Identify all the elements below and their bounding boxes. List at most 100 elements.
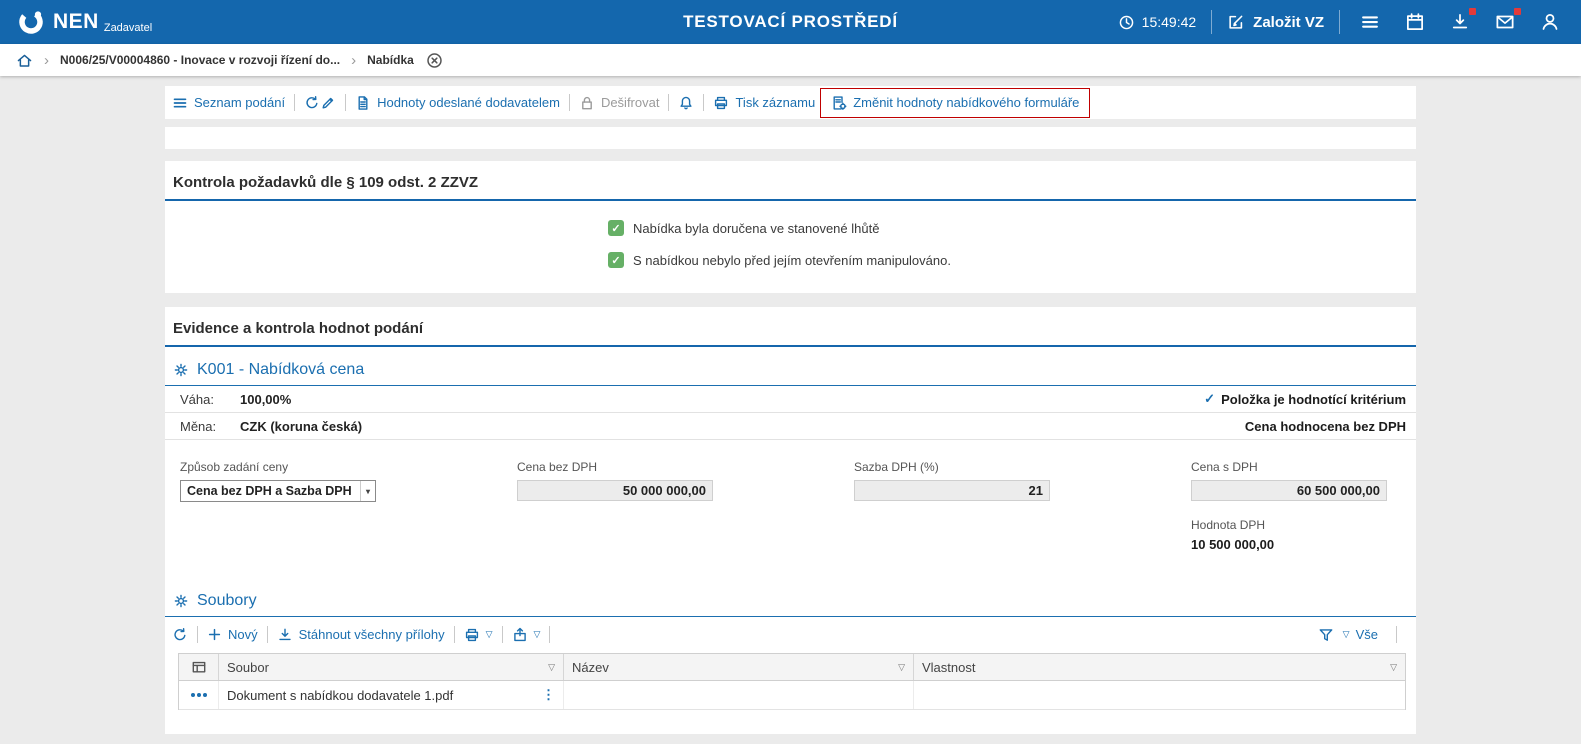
home-button[interactable]	[16, 52, 33, 69]
desifrovat-button[interactable]: Dešifrovat	[579, 95, 660, 111]
header-cell-soubor[interactable]: Soubor ▽	[219, 654, 564, 680]
table-row[interactable]: Dokument s nabídkou dodavatele 1.pdf ⋮	[179, 681, 1405, 710]
user-profile-button[interactable]	[1535, 12, 1565, 32]
column-filter-icon[interactable]: ▽	[898, 662, 905, 673]
clock-icon	[1118, 14, 1135, 31]
row-actions-button[interactable]	[191, 693, 207, 697]
printer-icon	[713, 95, 729, 111]
cena-s-dph-label: Cena s DPH	[1191, 460, 1387, 474]
price-form: Způsob zadání ceny Cena bez DPH a Sazba …	[165, 440, 1416, 502]
lock-icon	[579, 95, 595, 111]
plus-icon	[207, 627, 222, 642]
messages-button[interactable]	[1490, 12, 1520, 32]
empty-panel-strip	[165, 127, 1416, 149]
form-edit-icon	[831, 95, 847, 111]
toolbar-divider	[267, 626, 268, 643]
export-files-menu-button[interactable]: ▽	[512, 627, 541, 643]
pencil-icon	[320, 95, 336, 111]
hodnota-dph-value: 10 500 000,00	[1191, 537, 1387, 552]
price-entry-mode-select[interactable]: Cena bez DPH a Sazba DPH ▾	[180, 480, 376, 502]
table-grid-icon	[191, 659, 207, 675]
chevron-down-icon: ▾	[360, 481, 375, 501]
refresh-icon	[304, 95, 320, 111]
hodnoty-odeslane-button[interactable]: Hodnoty odeslané dodavatelem	[355, 95, 560, 111]
cena-bez-dph-label: Cena bez DPH	[517, 460, 713, 474]
zmenit-hodnoty-button[interactable]: Změnit hodnoty nabídkového formuláře	[820, 88, 1090, 118]
filter-button[interactable]	[1318, 627, 1334, 643]
notifications-button[interactable]	[678, 95, 694, 111]
mail-icon	[1495, 12, 1515, 32]
main-menu-button[interactable]	[1355, 12, 1385, 32]
check-icon: ✓	[1204, 391, 1215, 407]
tisk-zaznamu-button[interactable]: Tisk záznamu	[713, 95, 815, 111]
check-row-manipulace: ✓ S nabídkou nebylo před jejím otevřením…	[608, 252, 1416, 268]
sazba-dph-input[interactable]	[854, 480, 1050, 501]
topbar-divider	[1339, 10, 1340, 34]
view-all-filter-button[interactable]: ▽ Vše	[1343, 627, 1378, 642]
cena-bez-dph-input[interactable]	[517, 480, 713, 501]
downloads-notification-badge	[1469, 8, 1476, 15]
check-row-doruceni: ✓ Nabídka byla doručena ve stanovené lhů…	[608, 220, 1416, 236]
dropdown-triangle-icon: ▽	[486, 630, 493, 639]
header-cell-nazev[interactable]: Název ▽	[564, 654, 914, 680]
green-checkbox-icon: ✓	[608, 252, 624, 268]
export-icon	[512, 627, 528, 643]
nen-logo[interactable]: NEN Zadavatel	[16, 7, 152, 37]
edit-square-icon	[1227, 13, 1245, 31]
create-vz-button[interactable]: Založit VZ	[1227, 13, 1324, 31]
kontrola-checklist: ✓ Nabídka byla doručena ve stanovené lhů…	[165, 201, 1416, 293]
cena-s-dph-input[interactable]	[1191, 480, 1387, 501]
clock-display: 15:49:42	[1118, 14, 1197, 31]
cell-menu-icon[interactable]: ⋮	[542, 687, 555, 703]
breadcrumb-item-nabidka[interactable]: Nabídka	[367, 53, 414, 67]
download-all-attachments-button[interactable]: Stáhnout všechny přílohy	[277, 627, 445, 643]
calendar-button[interactable]	[1400, 12, 1430, 32]
downloads-button[interactable]	[1445, 12, 1475, 32]
header-cell-vlastnost[interactable]: Vlastnost ▽	[914, 654, 1405, 680]
main-content: Seznam podání Hodnoty odeslané dodavatel…	[165, 76, 1416, 734]
files-filter-controls: ▽ Vše	[1318, 626, 1406, 643]
hodnocena-note: Cena hodnocena bez DPH	[1245, 419, 1406, 434]
home-icon	[16, 52, 33, 69]
refresh-icon	[172, 627, 188, 643]
file-name: Dokument s nabídkou dodavatele 1.pdf	[227, 688, 453, 703]
toolbar-divider	[569, 94, 570, 111]
sazba-dph-label: Sazba DPH (%)	[854, 460, 1050, 474]
field-zpusob-zadani: Způsob zadání ceny Cena bez DPH a Sazba …	[180, 460, 376, 502]
column-filter-icon[interactable]: ▽	[1390, 662, 1397, 673]
mena-label: Měna:	[180, 419, 240, 434]
toolbar-divider	[454, 626, 455, 643]
criteria-gear-icon	[173, 362, 189, 378]
nen-logo-icon	[16, 7, 46, 37]
files-refresh-button[interactable]	[172, 627, 188, 643]
mena-value: CZK (koruna česká)	[240, 419, 362, 434]
toolbar-divider	[668, 94, 669, 111]
new-file-button[interactable]: Nový	[207, 627, 258, 642]
header-cell-selector[interactable]	[179, 654, 219, 680]
vaha-row: Váha: 100,00% ✓ Položka je hodnotící kri…	[165, 386, 1416, 413]
printer-icon	[464, 627, 480, 643]
row-cell-nazev	[564, 681, 914, 709]
files-toolbar: Nový Stáhnout všechny přílohy ▽ ▽	[165, 617, 1416, 650]
section-title: Kontrola požadavků dle § 109 odst. 2 ZZV…	[165, 161, 1416, 201]
files-table-header: Soubor ▽ Název ▽ Vlastnost ▽	[179, 654, 1405, 681]
download-icon	[1450, 12, 1470, 32]
top-header: NEN Zadavatel TESTOVACÍ PROSTŘEDÍ 15:49:…	[0, 0, 1581, 44]
column-filter-icon[interactable]: ▽	[548, 662, 555, 673]
seznam-podani-button[interactable]: Seznam podání	[172, 95, 285, 111]
logo-text: NEN	[53, 10, 99, 34]
k001-subsection-heading: K001 - Nabídková cena	[165, 347, 1416, 386]
document-icon	[355, 95, 371, 111]
hamburger-icon	[1360, 12, 1380, 32]
breadcrumb-item-tender[interactable]: N006/25/V00004860 - Inovace v rozvoji ří…	[60, 53, 340, 67]
funnel-icon	[1318, 627, 1334, 643]
edit-button[interactable]	[320, 95, 336, 111]
toolbar-divider	[549, 626, 550, 643]
close-tab-icon[interactable]	[426, 52, 443, 69]
print-files-menu-button[interactable]: ▽	[464, 627, 493, 643]
refresh-button[interactable]	[304, 95, 320, 111]
files-gear-icon	[173, 593, 189, 609]
section-title: Evidence a kontrola hodnot podání	[165, 307, 1416, 347]
field-cena-s-dph: Cena s DPH	[1191, 460, 1387, 502]
calendar-icon	[1405, 12, 1425, 32]
